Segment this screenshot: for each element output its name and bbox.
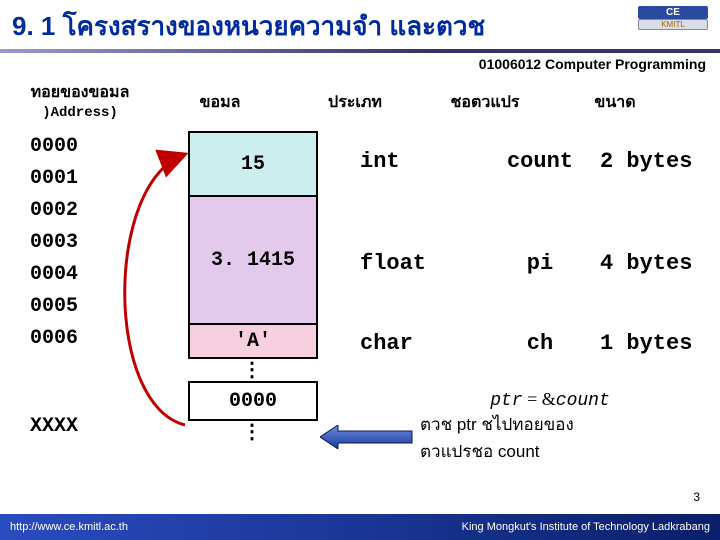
addr-2: 0002 <box>30 195 78 227</box>
header-var: ชอตวแปร <box>420 80 550 121</box>
note-line1: ptr = &count <box>420 389 680 411</box>
row3-size: 1 bytes <box>600 331 720 356</box>
footer-institute: King Mongkut's Institute of Technology L… <box>462 521 710 533</box>
addr-xxxx: XXXX <box>30 411 78 443</box>
note-ptr: ptr <box>490 391 522 411</box>
row2-var: pi <box>480 251 600 276</box>
address-list: 0000 0001 0002 0003 0004 0005 0006 XXXX <box>30 131 78 443</box>
note-line3: ตวแปรชอ count <box>420 438 680 465</box>
row1-size: 2 bytes <box>600 149 720 174</box>
footer-url: http://www.ce.kmitl.ac.th <box>10 521 128 533</box>
addr-1: 0001 <box>30 163 78 195</box>
header-address: ทอยของขอมล )Address) <box>10 80 150 121</box>
note-eq: = & <box>523 389 556 409</box>
cell-char: 'A' <box>188 324 318 359</box>
cell-ptr: 0000 <box>188 381 318 421</box>
title-bar: 9. 1 โครงสรางของหนวยความจำ และตวช CE KMI… <box>0 0 720 53</box>
footer-bar: http://www.ce.kmitl.ac.th King Mongkut's… <box>0 514 720 540</box>
row3-var: ch <box>480 331 600 356</box>
cell-int: 15 <box>188 131 318 196</box>
header-address-label: ทอยของขอมล <box>31 84 130 101</box>
header-data: ขอมล <box>150 80 290 121</box>
body-area: 0000 0001 0002 0003 0004 0005 0006 XXXX … <box>10 131 710 491</box>
addr-0: 0000 <box>30 131 78 163</box>
note-line2: ตวช ptr ชไปทอยของ <box>420 411 680 438</box>
header-type: ประเภท <box>290 80 420 121</box>
logo-text-bottom: KMITL <box>638 19 708 30</box>
dots-2: ⋮ <box>188 421 318 443</box>
arrow-left-icon <box>320 425 415 449</box>
column-headers: ทอยของขอมล )Address) ขอมล ประเภท ชอตวแปร… <box>10 80 710 121</box>
memory-column: 15 3. 1415 'A' ⋮ 0000 ⋮ <box>188 131 318 443</box>
note-count: count <box>556 391 610 411</box>
header-address-sub: )Address) <box>10 105 150 121</box>
addr-6: 0006 <box>30 323 78 355</box>
logo: CE KMITL <box>638 6 708 46</box>
row2-type: float <box>360 251 470 276</box>
content-area: ทอยของขอมล )Address) ขอมล ประเภท ชอตวแปร… <box>0 72 720 500</box>
logo-text-top: CE <box>638 6 708 19</box>
header-size: ขนาด <box>550 80 680 121</box>
row1-var: count <box>480 149 600 174</box>
row1-type: int <box>360 149 470 174</box>
dots-1: ⋮ <box>188 359 318 381</box>
row3-type: char <box>360 331 470 356</box>
pointer-note: ptr = &count ตวช ptr ชไปทอยของ ตวแปรชอ c… <box>420 389 680 465</box>
page-number: 3 <box>693 490 700 504</box>
row2-size: 4 bytes <box>600 251 720 276</box>
course-code: 01006012 Computer Programming <box>0 53 720 72</box>
slide-title: 9. 1 โครงสรางของหนวยความจำ และตวช <box>12 6 485 47</box>
addr-4: 0004 <box>30 259 78 291</box>
addr-3: 0003 <box>30 227 78 259</box>
addr-5: 0005 <box>30 291 78 323</box>
cell-float: 3. 1415 <box>188 196 318 324</box>
